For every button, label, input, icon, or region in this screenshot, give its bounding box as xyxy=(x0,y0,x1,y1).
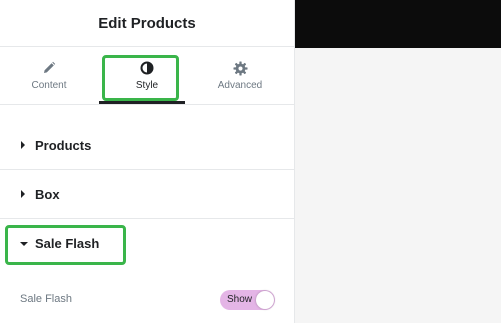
active-tab-indicator xyxy=(99,101,185,104)
caret-right-icon xyxy=(20,141,30,149)
section-products[interactable]: Products xyxy=(0,121,295,170)
preview-area xyxy=(295,48,501,323)
tab-content-label: Content xyxy=(31,80,67,91)
tab-style[interactable]: Style xyxy=(98,47,196,105)
panel-header: Edit Products xyxy=(0,0,294,47)
caret-right-icon xyxy=(20,190,30,198)
panel-title: Edit Products xyxy=(98,14,196,32)
tab-style-label: Style xyxy=(135,80,159,91)
section-box[interactable]: Box xyxy=(0,170,295,219)
section-sale-flash[interactable]: Sale Flash xyxy=(0,219,295,268)
tab-bar: Content Style Advanced xyxy=(0,47,294,105)
section-box-label: Box xyxy=(35,186,60,202)
tab-content[interactable]: Content xyxy=(0,47,98,105)
tab-advanced-label: Advanced xyxy=(217,80,263,91)
toggle-label: Show xyxy=(227,294,253,305)
sale-flash-control-label: Sale Flash xyxy=(20,293,72,305)
sale-flash-toggle[interactable]: Show xyxy=(220,290,275,310)
tab-advanced[interactable]: Advanced xyxy=(191,47,289,105)
gear-icon xyxy=(232,60,248,76)
sale-flash-control: Sale Flash Show xyxy=(0,283,295,315)
toggle-knob xyxy=(256,291,274,309)
section-products-label: Products xyxy=(35,137,92,153)
preview-top-bar xyxy=(295,0,501,48)
half-circle-icon xyxy=(140,60,154,76)
editor-panel: Edit Products Content Style Advanced Pro… xyxy=(0,0,295,323)
caret-down-icon xyxy=(20,241,30,247)
pencil-icon xyxy=(42,60,56,76)
section-sale-flash-label: Sale Flash xyxy=(35,236,100,251)
